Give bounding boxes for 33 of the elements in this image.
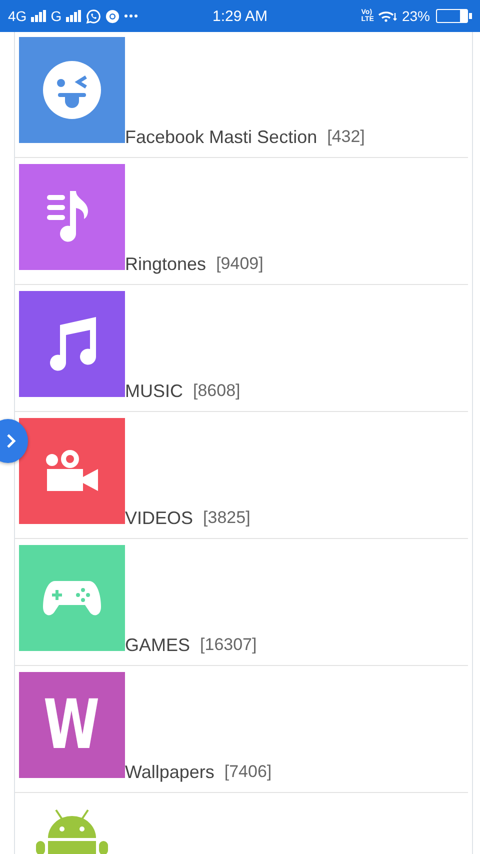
category-item[interactable]: Ringtones [9409]: [15, 158, 468, 285]
category-title: VIDEOS: [125, 508, 194, 528]
item-count: [3825]: [203, 508, 250, 528]
network-type: G: [50, 8, 62, 24]
item-count: [7406]: [224, 762, 272, 782]
video-camera-icon: [45, 450, 99, 492]
category-title: Facebook Masti Section: [125, 127, 318, 147]
wifi-icon: [378, 10, 398, 22]
signal-icon: [30, 10, 47, 22]
item-count: [8608]: [193, 381, 240, 401]
category-item[interactable]: GAMES [16307]: [15, 539, 468, 666]
more-icon: [124, 14, 138, 18]
tile-letter: W: [44, 686, 100, 764]
battery-percent: 23%: [402, 8, 430, 24]
category-item[interactable]: MUSIC [8608]: [15, 285, 468, 412]
category-title: GAMES: [125, 635, 190, 655]
category-item[interactable]: Facebook Masti Section [432]: [15, 32, 468, 158]
network-type: 4G: [8, 8, 27, 24]
category-title: Wallpapers: [125, 762, 214, 782]
category-item[interactable]: W Wallpapers [7406]: [15, 666, 468, 793]
signal-icon: [66, 10, 82, 22]
chevron-right-icon: [6, 433, 16, 449]
category-item[interactable]: VIDEOS [3825]: [15, 412, 468, 539]
chat-bubble-icon: [86, 8, 101, 24]
category-title: Ringtones: [125, 254, 206, 274]
category-title: MUSIC: [125, 381, 183, 401]
gamepad-icon: [43, 579, 101, 617]
clock-time: 1:29 AM: [212, 8, 268, 24]
item-count: [16307]: [200, 635, 257, 655]
item-count: [9409]: [216, 254, 264, 274]
browser-icon: [104, 8, 120, 24]
winking-face-icon: [42, 60, 102, 120]
item-count: [432]: [327, 127, 365, 147]
